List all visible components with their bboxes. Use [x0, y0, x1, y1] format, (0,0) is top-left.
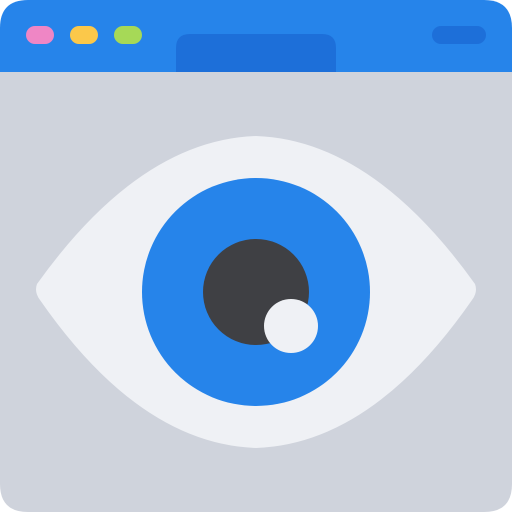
- minimize-dot: [70, 26, 98, 44]
- browser-tab: [176, 34, 336, 72]
- maximize-dot: [114, 26, 142, 44]
- icon-canvas: [0, 0, 512, 512]
- browser-window-eye-icon: [0, 0, 512, 512]
- address-pill: [432, 26, 486, 44]
- close-dot: [26, 26, 54, 44]
- eye-highlight: [264, 299, 318, 353]
